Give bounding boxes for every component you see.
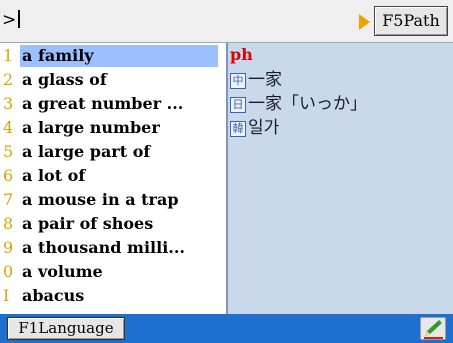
item-word: a family: [20, 45, 218, 67]
item-number: 2: [3, 70, 14, 89]
chinese-tag-icon: 中: [230, 73, 246, 89]
list-item[interactable]: 6 a lot of: [0, 165, 226, 187]
definition-text: 일가: [248, 118, 280, 138]
list-item[interactable]: 5 a large part of: [0, 141, 226, 163]
definition-row: 中一家: [230, 65, 282, 90]
item-number: 3: [3, 94, 14, 113]
item-word: a thousand milli...: [22, 238, 185, 257]
list-item[interactable]: 2 a glass of: [0, 69, 226, 91]
item-word: a mouse in a trap: [22, 190, 179, 209]
item-word: a volume: [22, 262, 103, 281]
path-button[interactable]: F5Path: [374, 6, 448, 36]
item-number: 8: [3, 214, 14, 233]
item-word: a lot of: [22, 166, 86, 185]
item-word: a large part of: [22, 142, 151, 161]
item-word: a pair of shoes: [22, 214, 154, 233]
item-number: 6: [3, 166, 14, 185]
prompt-symbol: >: [2, 10, 17, 30]
korean-tag-icon: 韓: [230, 121, 246, 137]
list-item[interactable]: 0 a volume: [0, 261, 226, 283]
item-number: 4: [3, 118, 14, 137]
text-cursor: [18, 10, 21, 28]
item-number: 7: [3, 190, 14, 209]
list-item[interactable]: 9 a thousand milli...: [0, 237, 226, 259]
item-number: 0: [3, 262, 14, 281]
path-arrow-icon: [359, 14, 370, 30]
item-word: a large number: [22, 118, 160, 137]
item-number: 5: [3, 142, 14, 161]
item-number: 9: [3, 238, 14, 257]
list-item[interactable]: 7 a mouse in a trap: [0, 189, 226, 211]
headword: ph: [230, 45, 253, 64]
japanese-tag-icon: 日: [230, 97, 246, 113]
list-item[interactable]: 8 a pair of shoes: [0, 213, 226, 235]
status-bar: F1Language: [0, 314, 453, 343]
definition-row: 韓 일가: [230, 113, 280, 138]
search-input[interactable]: >: [2, 10, 21, 30]
input-bar: > F5Path: [0, 0, 453, 43]
list-item[interactable]: 3 a great number ...: [0, 93, 226, 115]
definition-text: 一家「いっか」: [248, 94, 367, 114]
definition-text: 一家: [248, 70, 282, 90]
definition-row: 日一家「いっか」: [230, 89, 367, 114]
word-list: 1 a family 2 a glass of 3 a great number…: [0, 43, 226, 314]
list-item[interactable]: 4 a large number: [0, 117, 226, 139]
pen-icon[interactable]: [420, 317, 446, 340]
list-item[interactable]: I abacus: [0, 285, 226, 307]
item-word: a great number ...: [22, 94, 184, 113]
list-item[interactable]: 1 a family: [0, 45, 226, 67]
item-word: abacus: [22, 286, 85, 305]
definition-pane: ph 中一家 日一家「いっか」 韓 일가: [228, 43, 453, 314]
item-number: I: [3, 286, 10, 305]
language-button[interactable]: F1Language: [7, 317, 125, 340]
item-word: a glass of: [22, 70, 107, 89]
item-number: 1: [3, 46, 14, 65]
